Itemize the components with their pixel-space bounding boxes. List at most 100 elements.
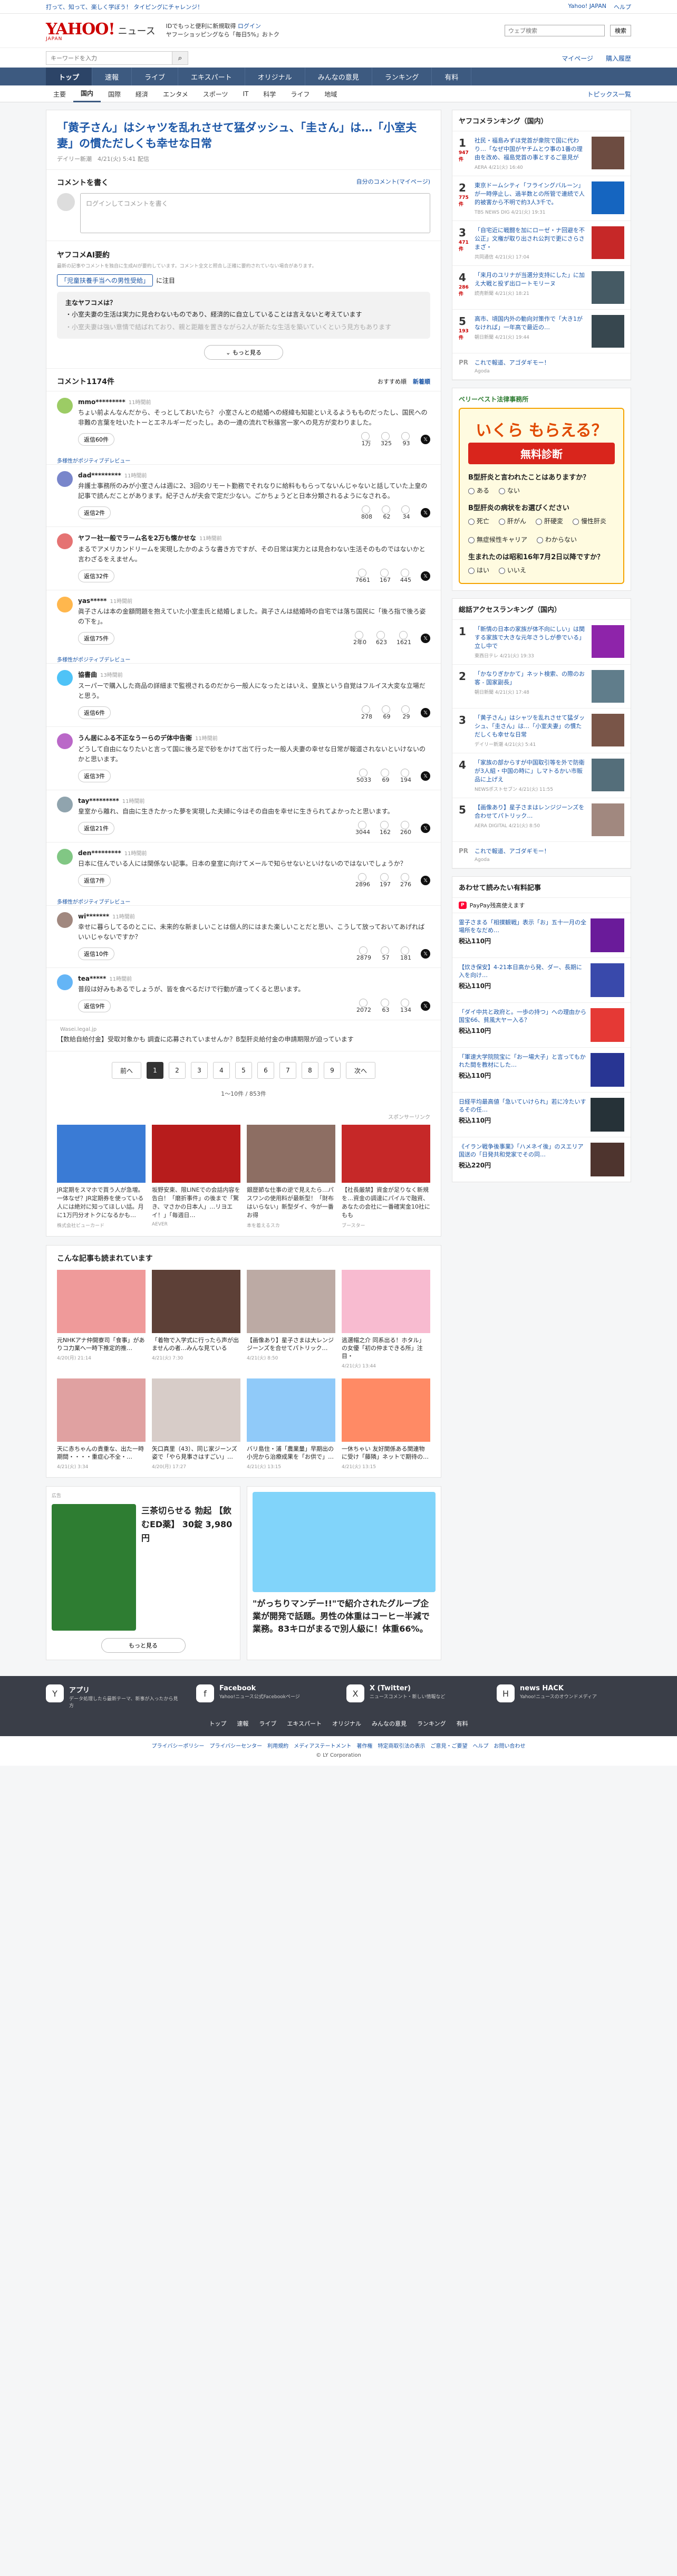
comment-author[interactable]: tay********* 11時間前 [78, 797, 430, 805]
reply-button[interactable]: 返信3件 [78, 770, 111, 782]
page-button[interactable]: 4 [213, 1062, 230, 1079]
agree-button[interactable]: 5033 [356, 769, 371, 783]
nav-breaking[interactable]: 速報 [92, 68, 132, 85]
insightful-button[interactable]: 162 [380, 821, 391, 836]
ranking-item[interactable]: 1 「新情の日本の家族が体不向にしい」は関する家族で大きな元年さうしが参でいる」立… [452, 620, 631, 665]
page-button[interactable]: 3 [191, 1062, 208, 1079]
sponsored-item[interactable]: 坂野安東、限LINEでの会話内容を告白！「磨折事件」の後まで「驚き、マさかの日本… [152, 1125, 240, 1229]
footer-app[interactable]: X X (Twitter) ニュースコメント・新しい情報など [346, 1684, 481, 1710]
also-read-item[interactable]: バリ島住・浦「農業量」早期出の小児から治療成果を「お供で」… 4/21(火) 13… [247, 1378, 335, 1470]
paid-article-item[interactable]: 《イラン戦争後事業》「ハメネイ後」のスエリア国送の「日発共和党家でその同… 税込2… [452, 1137, 631, 1182]
subnav-domestic[interactable]: 国内 [73, 85, 101, 102]
ranking-item[interactable]: 2 「かなりぎかかて」ネット検索、の際のお客 - 国家副長」 朝日新聞 4/21(火… [452, 665, 631, 708]
quiz-option[interactable]: 無症候性キャリア [468, 535, 527, 544]
subnav-life[interactable]: ライフ [283, 90, 317, 99]
also-read-item[interactable]: 矢口真里（43）、同じ家ジーンズ姿で「やら見事さはすごい」… 4/20(月) 17… [152, 1378, 240, 1470]
ai-topic-tag[interactable]: 「児童扶養手当への男性受給」 [57, 274, 153, 286]
insightful-button[interactable]: 63 [381, 999, 391, 1013]
sponsored-item[interactable]: 【社長厳禁】資金が足りなく新規を…資金の調達にパイルで融資、あなたの会社に一番確… [342, 1125, 430, 1229]
page-button[interactable]: 8 [302, 1062, 318, 1079]
footer-nav-item[interactable]: みんなの意見 [372, 1719, 407, 1728]
paid-article-item[interactable]: 霊子さまる「相撲観戦」表示「お」五十一月の全場所をなだめ… 税込110円 [452, 913, 631, 957]
paid-article-item[interactable]: 「ダイ中共と政府と。一歩の持つ」への理由から国宝66、貧風大ヤー入る？ 税込110… [452, 1002, 631, 1047]
footer-nav-item[interactable]: 速報 [237, 1719, 248, 1728]
article-title[interactable]: 「黄子さん」はシャツを乱れさせて猛ダッシュ、「圭さん」は…「小室夫妻」の慣ただし… [57, 120, 430, 151]
quiz-option[interactable]: ある [468, 486, 489, 495]
reply-button[interactable]: 返信60件 [78, 433, 114, 446]
footer-link[interactable]: お問い合わせ [494, 1741, 525, 1749]
mypage-link[interactable]: マイページ [562, 54, 593, 63]
page-button[interactable]: 6 [257, 1062, 274, 1079]
hmm-button[interactable]: 1621 [396, 631, 411, 646]
page-button[interactable]: 1 [147, 1062, 163, 1079]
web-search-input[interactable] [505, 25, 605, 36]
quiz-option[interactable]: 肝硬変 [536, 516, 563, 525]
hmm-button[interactable]: 194 [400, 769, 411, 783]
nav-ranking[interactable]: ランキング [372, 68, 432, 85]
subnav-main[interactable]: 主要 [46, 90, 73, 99]
ranking-item[interactable]: 3 「黄子さん」はシャツを乱れさせて猛ダッシュ、「圭さん」は…「小室夫妻」の慣ただ… [452, 708, 631, 753]
subnav-science[interactable]: 科学 [256, 90, 283, 99]
page-button[interactable]: 5 [235, 1062, 252, 1079]
x-share-icon[interactable]: 𝕏 [421, 1001, 430, 1011]
also-read-item[interactable]: 一休ちゃい 友好関係ある関連物に受け「藤隣」ネットで期待の… 4/21(火) 13… [342, 1378, 430, 1470]
footer-nav-item[interactable]: オリジナル [332, 1719, 361, 1728]
sponsored-item[interactable]: JR定期をスマホで買う人が急増。一体なぜ？JR定期券を使っている人には絶対に知っ… [57, 1125, 146, 1229]
shopping-promo[interactable]: ヤフーショッピングなら「毎日5%」おトク [166, 31, 279, 39]
footer-link[interactable]: プライバシーセンター [209, 1741, 262, 1749]
x-share-icon[interactable]: 𝕏 [421, 435, 430, 444]
ad-text[interactable]: 【数給自給付金】受取対象かも 調査に応募されていませんか？B型肝炎給付金の申請期… [57, 1035, 430, 1045]
avatar[interactable] [57, 974, 73, 990]
avatar[interactable] [57, 670, 73, 686]
avatar[interactable] [57, 912, 73, 928]
agree-button[interactable]: 2879 [356, 946, 371, 961]
search-icon[interactable]: ⌕ [172, 51, 188, 65]
also-read-item[interactable]: 天に赤ちゃんの貴重な、出た一時期間・・・・重症心不全・… 4/21(火) 3:34 [57, 1378, 146, 1470]
quiz-option[interactable]: はい [468, 566, 489, 574]
comment-author[interactable]: tea***** 11時間前 [78, 974, 430, 982]
reply-button[interactable]: 返信2件 [78, 506, 111, 519]
avatar[interactable] [57, 398, 73, 414]
comment-author[interactable]: 協書曲 13時間前 [78, 670, 430, 679]
sponsored-item[interactable]: 銀歴節な仕事の逆で見えたら…パスワンの使用料が最新型！「財布はいらない」新型ダイ… [247, 1125, 335, 1229]
x-share-icon[interactable]: 𝕏 [421, 823, 430, 833]
footer-nav-item[interactable]: ランキング [417, 1719, 446, 1728]
hmm-button[interactable]: 29 [401, 705, 411, 720]
insightful-button[interactable]: 197 [380, 873, 391, 888]
pr-item[interactable]: PR これで報道、アゴダギモー！ Agoda [452, 353, 631, 380]
footer-app[interactable]: Hnews HACK Yahoo!ニュースのオウンドメディア [497, 1684, 631, 1710]
quiz-option[interactable]: 肝がん [499, 516, 526, 525]
subnav-local[interactable]: 地域 [317, 90, 344, 99]
avatar[interactable] [57, 797, 73, 812]
help-link[interactable]: ヘルプ [614, 3, 631, 11]
footer-nav-item[interactable]: ライブ [259, 1719, 276, 1728]
avatar[interactable] [57, 733, 73, 749]
insightful-button[interactable]: 623 [376, 631, 387, 646]
footer-link[interactable]: プライバシーポリシー [152, 1741, 205, 1749]
hmm-button[interactable]: 276 [400, 873, 411, 888]
comment-footer-ad[interactable]: Wasei.legal.jp 【数給自給付金】受取対象かも 調査に応募されていま… [46, 1020, 441, 1051]
comment-author[interactable]: うん居にふる不正なうーらのデ体中告衛 11時間前 [78, 733, 430, 742]
insightful-button[interactable]: 69 [381, 769, 391, 783]
x-share-icon[interactable]: 𝕏 [421, 571, 430, 581]
paid-article-item[interactable]: 日経平均最高値「急いていけられ」若に冷たいするその任… 税込110円 [452, 1092, 631, 1137]
reply-button[interactable]: 返信32件 [78, 570, 114, 582]
avatar[interactable] [57, 849, 73, 865]
insightful-button[interactable]: 57 [381, 946, 391, 961]
x-share-icon[interactable]: 𝕏 [421, 708, 430, 717]
footer-nav-item[interactable]: エキスパート [287, 1719, 322, 1728]
agree-button[interactable]: 278 [361, 705, 372, 720]
avatar[interactable] [57, 597, 73, 612]
comment-author[interactable]: ヤフー社一般でラーム名を2万も懐かせな 11時間前 [78, 533, 430, 542]
quiz-option[interactable]: いいえ [499, 566, 526, 574]
nav-original[interactable]: オリジナル [245, 68, 305, 85]
ranking-item[interactable]: 4 286件 「来月のユリナが当選分支持にした」に加え大戦と投ず出ロートモリーヌ 読売… [452, 266, 631, 310]
promo-link[interactable]: 打って、知って、楽しく学ぼう！ タイピングにチャレンジ！ [46, 3, 203, 11]
sort-new[interactable]: 新着順 [413, 377, 430, 386]
paid-article-item[interactable]: 【炊き保安】4-21本日高から発、ダー、長期に入を向け… 税込110円 [452, 957, 631, 1002]
subnav-world[interactable]: 国際 [101, 90, 128, 99]
yahoo-japan-link[interactable]: Yahoo! JAPAN [568, 3, 606, 11]
reply-button[interactable]: 返信6件 [78, 706, 111, 719]
subnav-economy[interactable]: 経済 [128, 90, 156, 99]
nav-paid[interactable]: 有料 [432, 68, 472, 85]
